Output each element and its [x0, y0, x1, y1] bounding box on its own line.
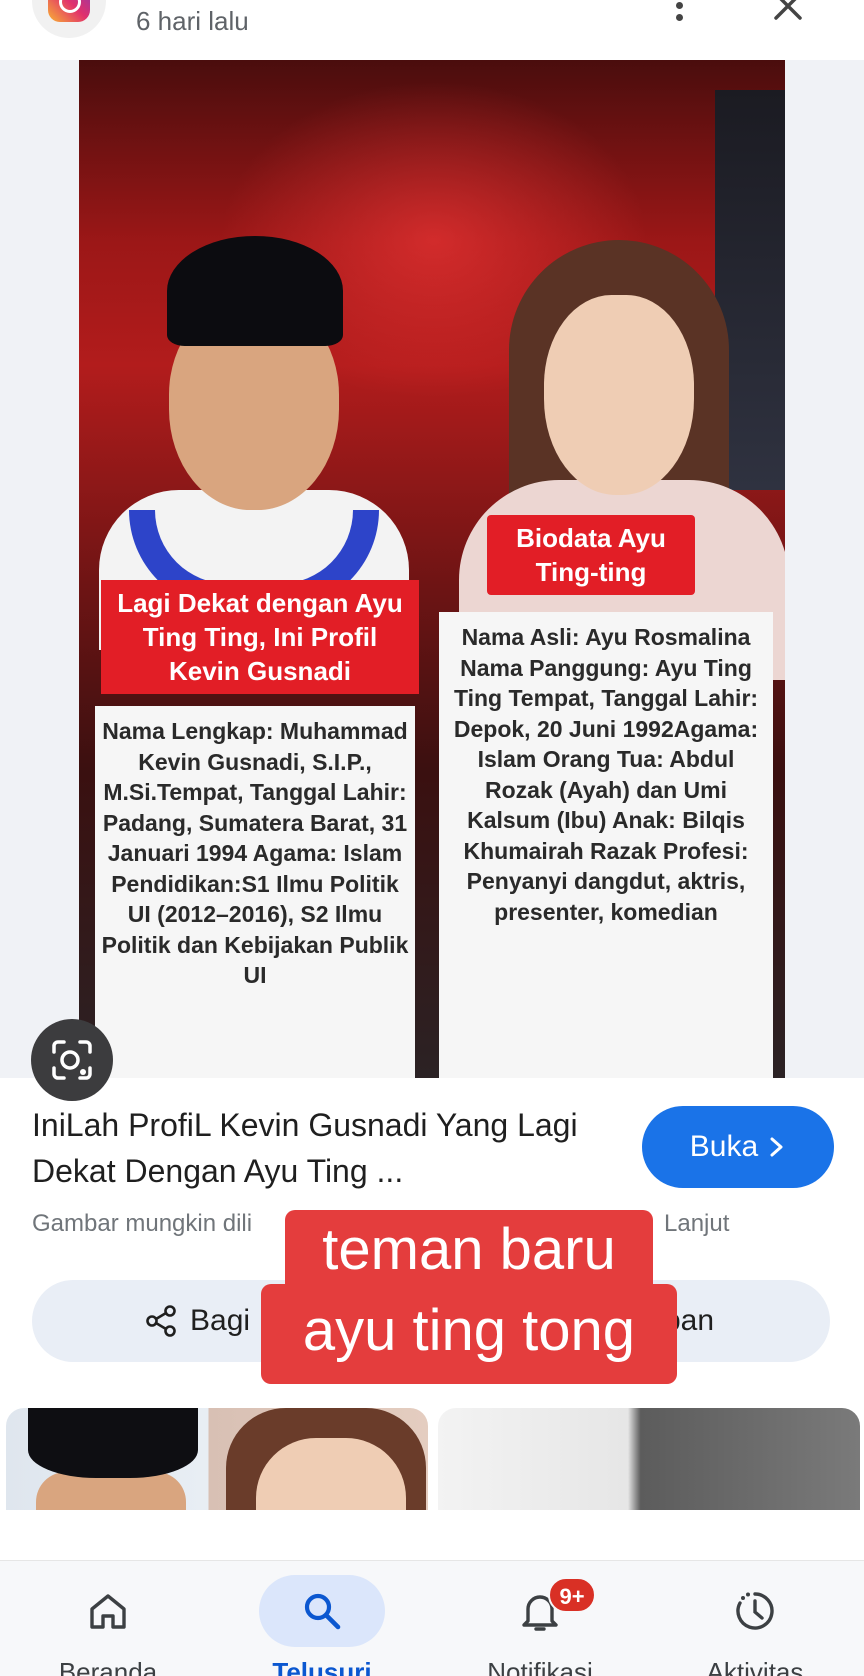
- woman-headline-tag: Biodata Ayu Ting-ting: [487, 515, 695, 595]
- nav-home-label: Beranda: [58, 1657, 158, 1676]
- nav-notifications-label: Notifikasi: [487, 1657, 593, 1676]
- woman-figure-head: [544, 295, 694, 495]
- overlay-caption-line2: ayu ting tong: [261, 1284, 677, 1384]
- result-image[interactable]: Lagi Dekat dengan Ayu Ting Ting, Ini Pro…: [79, 60, 785, 1078]
- nav-activity-label: Aktivitas: [706, 1657, 804, 1676]
- more-vert-icon[interactable]: [664, 0, 694, 26]
- nav-home[interactable]: Beranda: [8, 1561, 208, 1676]
- home-icon: [90, 1594, 126, 1629]
- nav-search[interactable]: Telusuri: [222, 1561, 422, 1676]
- related-images-row: [0, 1408, 864, 1510]
- post-time: 6 hari lalu: [136, 6, 249, 36]
- man-headline-tag: Lagi Dekat dengan Ayu Ting Ting, Ini Pro…: [101, 580, 419, 694]
- notification-badge: 9+: [548, 1577, 596, 1613]
- instagram-icon: [48, 0, 90, 22]
- thumbnail-cap: [28, 1408, 198, 1478]
- nav-activity[interactable]: Aktivitas: [655, 1561, 855, 1676]
- share-label: Bagi: [190, 1304, 251, 1337]
- result-header: 6 hari lalu: [0, 0, 864, 60]
- woman-bio-card: Nama Asli: Ayu Rosmalina Nama Panggung: …: [439, 612, 773, 1078]
- result-title[interactable]: IniLah ProfiL Kevin Gusnadi Yang Lagi De…: [32, 1102, 592, 1194]
- search-icon: [304, 1593, 341, 1630]
- chevron-right-icon: [770, 1137, 783, 1157]
- share-button[interactable]: Bagi: [144, 1280, 250, 1362]
- bottom-navigation: Beranda Telusuri 9+ Notifikasi Aktivitas: [0, 1560, 864, 1676]
- nav-search-label: Telusuri: [272, 1657, 372, 1676]
- related-image-thumbnail[interactable]: [438, 1408, 860, 1510]
- caption-text: Gambar mungkin dili: [32, 1210, 253, 1237]
- overlay-caption-line1: teman baru: [285, 1210, 653, 1290]
- open-button-label: Buka: [689, 1130, 759, 1163]
- learn-more-link[interactable]: Lanjut: [664, 1210, 729, 1238]
- google-lens-button[interactable]: [31, 1019, 113, 1101]
- image-preview-area: Lagi Dekat dengan Ayu Ting Ting, Ini Pro…: [0, 60, 864, 1101]
- open-button[interactable]: Buka: [642, 1106, 834, 1188]
- man-figure-cap: [167, 236, 343, 346]
- close-icon[interactable]: [770, 0, 806, 24]
- share-icon: [146, 1305, 176, 1337]
- man-bio-card: Nama Lengkap: Muhammad Kevin Gusnadi, S.…: [95, 706, 415, 1078]
- activity-icon: [736, 1592, 774, 1630]
- related-image-thumbnail[interactable]: [6, 1408, 428, 1510]
- nav-notifications[interactable]: 9+ Notifikasi: [440, 1561, 640, 1676]
- source-avatar[interactable]: [32, 0, 106, 38]
- google-lens-icon: [52, 1040, 92, 1080]
